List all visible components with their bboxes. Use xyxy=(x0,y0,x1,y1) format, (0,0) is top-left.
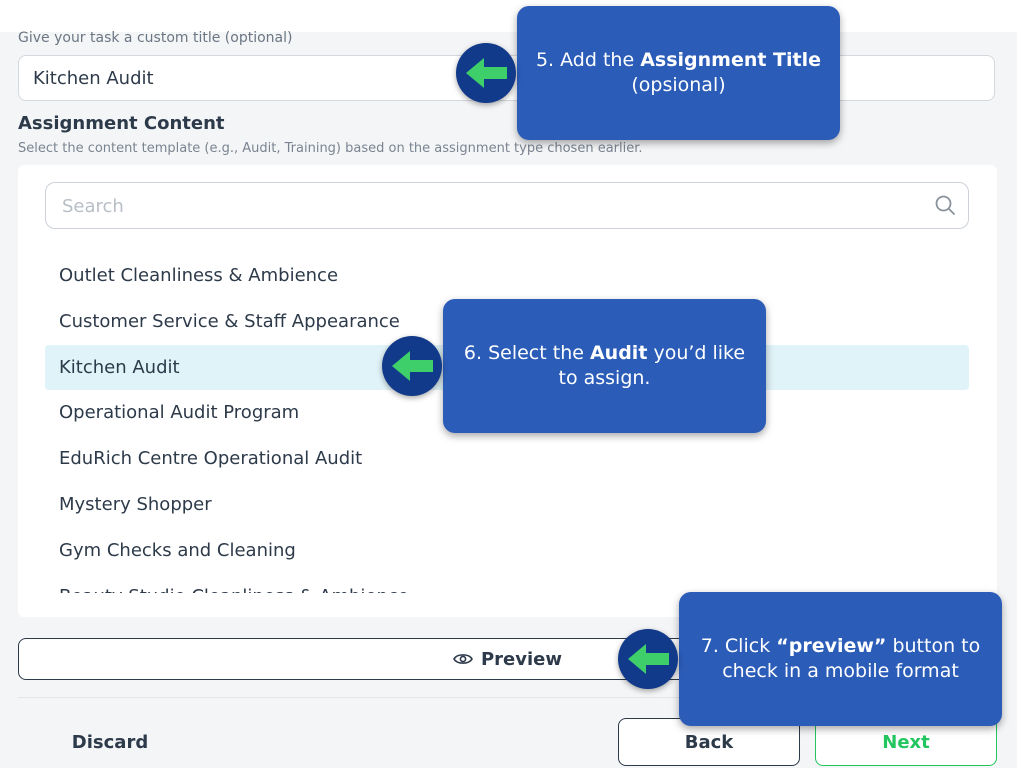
search-box xyxy=(45,182,969,230)
search-icon[interactable] xyxy=(934,194,956,216)
arrow-left-icon xyxy=(392,351,433,381)
eye-icon xyxy=(453,654,473,664)
callout-step-5: 5. Add the Assignment Title (opsional) xyxy=(517,6,840,140)
list-item[interactable]: EduRich Centre Operational Audit xyxy=(45,436,969,482)
callout-step-6: 6. Select the Audit you’d like to assign… xyxy=(443,299,766,433)
assignment-content-subtitle: Select the content template (e.g., Audit… xyxy=(18,141,643,156)
list-item[interactable]: Mystery Shopper xyxy=(45,482,969,528)
assignment-content-title: Assignment Content xyxy=(18,113,225,134)
arrow-left-icon xyxy=(466,58,507,88)
list-item[interactable]: Gym Checks and Cleaning xyxy=(45,528,969,574)
preview-label: Preview xyxy=(480,648,563,670)
custom-title-label: Give your task a custom title (optional) xyxy=(18,30,293,46)
callout-7-arrow-badge xyxy=(618,629,678,689)
search-input[interactable] xyxy=(60,183,924,230)
list-item[interactable]: Beauty Studio Cleanliness & Ambience xyxy=(45,574,969,593)
callout-step-7: 7. Click “preview” button to check in a … xyxy=(679,592,1002,726)
callout-6-arrow-badge xyxy=(382,336,442,396)
callout-5-arrow-badge xyxy=(456,43,516,103)
top-band xyxy=(0,0,1017,32)
discard-button[interactable]: Discard xyxy=(40,720,180,764)
arrow-left-icon xyxy=(628,644,669,674)
list-item[interactable]: Outlet Cleanliness & Ambience xyxy=(45,253,969,299)
